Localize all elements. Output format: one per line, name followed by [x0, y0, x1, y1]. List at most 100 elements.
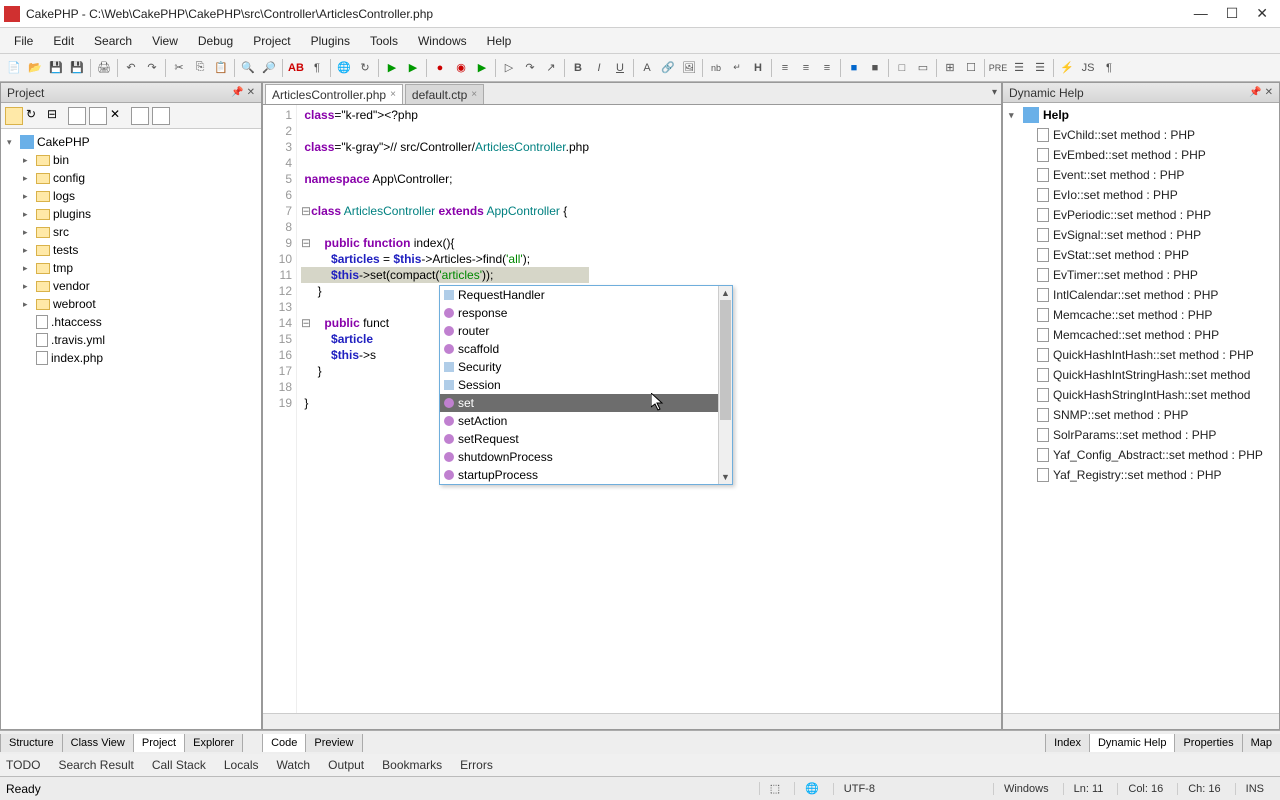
- menu-edit[interactable]: Edit: [43, 31, 84, 51]
- bottom-tab-code[interactable]: Code: [262, 734, 306, 752]
- bottom-tab-project[interactable]: Project: [133, 734, 185, 752]
- open-icon[interactable]: 📂: [25, 58, 45, 78]
- autocomplete-item[interactable]: response: [440, 304, 732, 322]
- h-icon[interactable]: H: [748, 58, 768, 78]
- copy-icon[interactable]: ⎘: [190, 58, 210, 78]
- pin-icon[interactable]: 📌 ✕: [1249, 87, 1273, 98]
- tree-file--travis-yml[interactable]: .travis.yml: [3, 331, 259, 349]
- lower-tab-errors[interactable]: Errors: [460, 758, 493, 772]
- br-icon[interactable]: ↵: [727, 58, 747, 78]
- scroll-thumb[interactable]: [720, 300, 731, 420]
- bottom-tab-map[interactable]: Map: [1242, 734, 1280, 752]
- editor-tab[interactable]: ArticlesController.php×: [265, 84, 403, 104]
- tree-folder-src[interactable]: ▸src: [3, 223, 259, 241]
- nbsp-icon[interactable]: nb: [706, 58, 726, 78]
- div-icon[interactable]: □: [892, 58, 912, 78]
- help-item[interactable]: SNMP::set method : PHP: [1005, 405, 1277, 425]
- bottom-tab-structure[interactable]: Structure: [0, 734, 63, 752]
- status-icon2[interactable]: 🌐: [794, 782, 829, 795]
- underline-icon[interactable]: U: [610, 58, 630, 78]
- autocomplete-item[interactable]: shutdownProcess: [440, 448, 732, 466]
- tabs-dropdown-icon[interactable]: ▾: [992, 87, 997, 98]
- scroll-down-icon[interactable]: ▼: [719, 470, 732, 484]
- autocomplete-item[interactable]: startupProcess: [440, 466, 732, 484]
- save-icon[interactable]: 💾: [46, 58, 66, 78]
- refresh-tree-icon[interactable]: ↻: [26, 107, 44, 125]
- refresh-icon[interactable]: ↻: [355, 58, 375, 78]
- help-item[interactable]: Event::set method : PHP: [1005, 165, 1277, 185]
- stop-rec-icon[interactable]: ◉: [451, 58, 471, 78]
- close-tab-icon[interactable]: ×: [390, 89, 396, 100]
- tree-root[interactable]: ▾CakePHP: [3, 133, 259, 151]
- tree-folder-plugins[interactable]: ▸plugins: [3, 205, 259, 223]
- tree-folder-tests[interactable]: ▸tests: [3, 241, 259, 259]
- tree-folder-logs[interactable]: ▸logs: [3, 187, 259, 205]
- help-item[interactable]: SolrParams::set method : PHP: [1005, 425, 1277, 445]
- menu-plugins[interactable]: Plugins: [301, 31, 360, 51]
- autocomplete-item[interactable]: set: [440, 394, 732, 412]
- css-icon[interactable]: ⚡: [1057, 58, 1077, 78]
- tree-file-index-php[interactable]: index.php: [3, 349, 259, 367]
- pre-icon[interactable]: PRE: [988, 58, 1008, 78]
- bottom-tab-properties[interactable]: Properties: [1174, 734, 1242, 752]
- step-icon[interactable]: ▷: [499, 58, 519, 78]
- tree-folder-tmp[interactable]: ▸tmp: [3, 259, 259, 277]
- help-body[interactable]: ▾ Help EvChild::set method : PHPEvEmbed:…: [1003, 103, 1279, 713]
- tree-file--htaccess[interactable]: .htaccess: [3, 313, 259, 331]
- lower-tab-watch[interactable]: Watch: [277, 758, 311, 772]
- file3-icon[interactable]: [131, 107, 149, 125]
- print-icon[interactable]: 🖨: [94, 58, 114, 78]
- table-icon[interactable]: ⊞: [940, 58, 960, 78]
- help-item[interactable]: Memcache::set method : PHP: [1005, 305, 1277, 325]
- menu-help[interactable]: Help: [477, 31, 522, 51]
- folder-icon[interactable]: [5, 107, 23, 125]
- autocomplete-item[interactable]: setAction: [440, 412, 732, 430]
- delete-icon[interactable]: ✕: [110, 107, 128, 125]
- minimize-button[interactable]: —: [1194, 5, 1208, 22]
- align-left-icon[interactable]: ≡: [775, 58, 795, 78]
- menu-search[interactable]: Search: [84, 31, 142, 51]
- help-item[interactable]: EvPeriodic::set method : PHP: [1005, 205, 1277, 225]
- play-rec-icon[interactable]: ▶: [472, 58, 492, 78]
- help-item[interactable]: EvIo::set method : PHP: [1005, 185, 1277, 205]
- comment-icon[interactable]: ¶: [1099, 58, 1119, 78]
- stepout-icon[interactable]: ↗: [541, 58, 561, 78]
- close-button[interactable]: ✕: [1256, 5, 1268, 22]
- status-encoding[interactable]: UTF-8: [833, 783, 885, 795]
- autocomplete-item[interactable]: RequestHandler: [440, 286, 732, 304]
- help-item[interactable]: EvSignal::set method : PHP: [1005, 225, 1277, 245]
- autocomplete-item[interactable]: Session: [440, 376, 732, 394]
- pin-icon[interactable]: 📌 ✕: [231, 87, 255, 98]
- color-icon[interactable]: ■: [844, 58, 864, 78]
- menu-view[interactable]: View: [142, 31, 188, 51]
- cut-icon[interactable]: ✂: [169, 58, 189, 78]
- redo-icon[interactable]: ↷: [142, 58, 162, 78]
- help-item[interactable]: QuickHashIntHash::set method : PHP: [1005, 345, 1277, 365]
- stepover-icon[interactable]: ↷: [520, 58, 540, 78]
- bottom-tab-dynamic-help[interactable]: Dynamic Help: [1089, 734, 1175, 752]
- italic-icon[interactable]: I: [589, 58, 609, 78]
- menu-windows[interactable]: Windows: [408, 31, 477, 51]
- autocomplete-item[interactable]: router: [440, 322, 732, 340]
- editor-tab[interactable]: default.ctp×: [405, 84, 484, 104]
- replace-icon[interactable]: 🔎: [259, 58, 279, 78]
- saveall-icon[interactable]: 💾: [67, 58, 87, 78]
- olist-icon[interactable]: ☰: [1030, 58, 1050, 78]
- help-item[interactable]: QuickHashStringIntHash::set method: [1005, 385, 1277, 405]
- run-icon[interactable]: ▶: [382, 58, 402, 78]
- lower-tab-output[interactable]: Output: [328, 758, 364, 772]
- autocomplete-item[interactable]: scaffold: [440, 340, 732, 358]
- bgcolor-icon[interactable]: ■: [865, 58, 885, 78]
- debug-icon[interactable]: ▶: [403, 58, 423, 78]
- editor-horizontal-scrollbar[interactable]: [263, 713, 1001, 729]
- newfile-icon[interactable]: [68, 107, 86, 125]
- format-icon[interactable]: ¶: [307, 58, 327, 78]
- spell-icon[interactable]: AB: [286, 58, 306, 78]
- span-icon[interactable]: ▭: [913, 58, 933, 78]
- bottom-tab-class-view[interactable]: Class View: [62, 734, 134, 752]
- file4-icon[interactable]: [152, 107, 170, 125]
- new-icon[interactable]: 📄: [4, 58, 24, 78]
- list-icon[interactable]: ☰: [1009, 58, 1029, 78]
- bold-icon[interactable]: B: [568, 58, 588, 78]
- copyfile-icon[interactable]: [89, 107, 107, 125]
